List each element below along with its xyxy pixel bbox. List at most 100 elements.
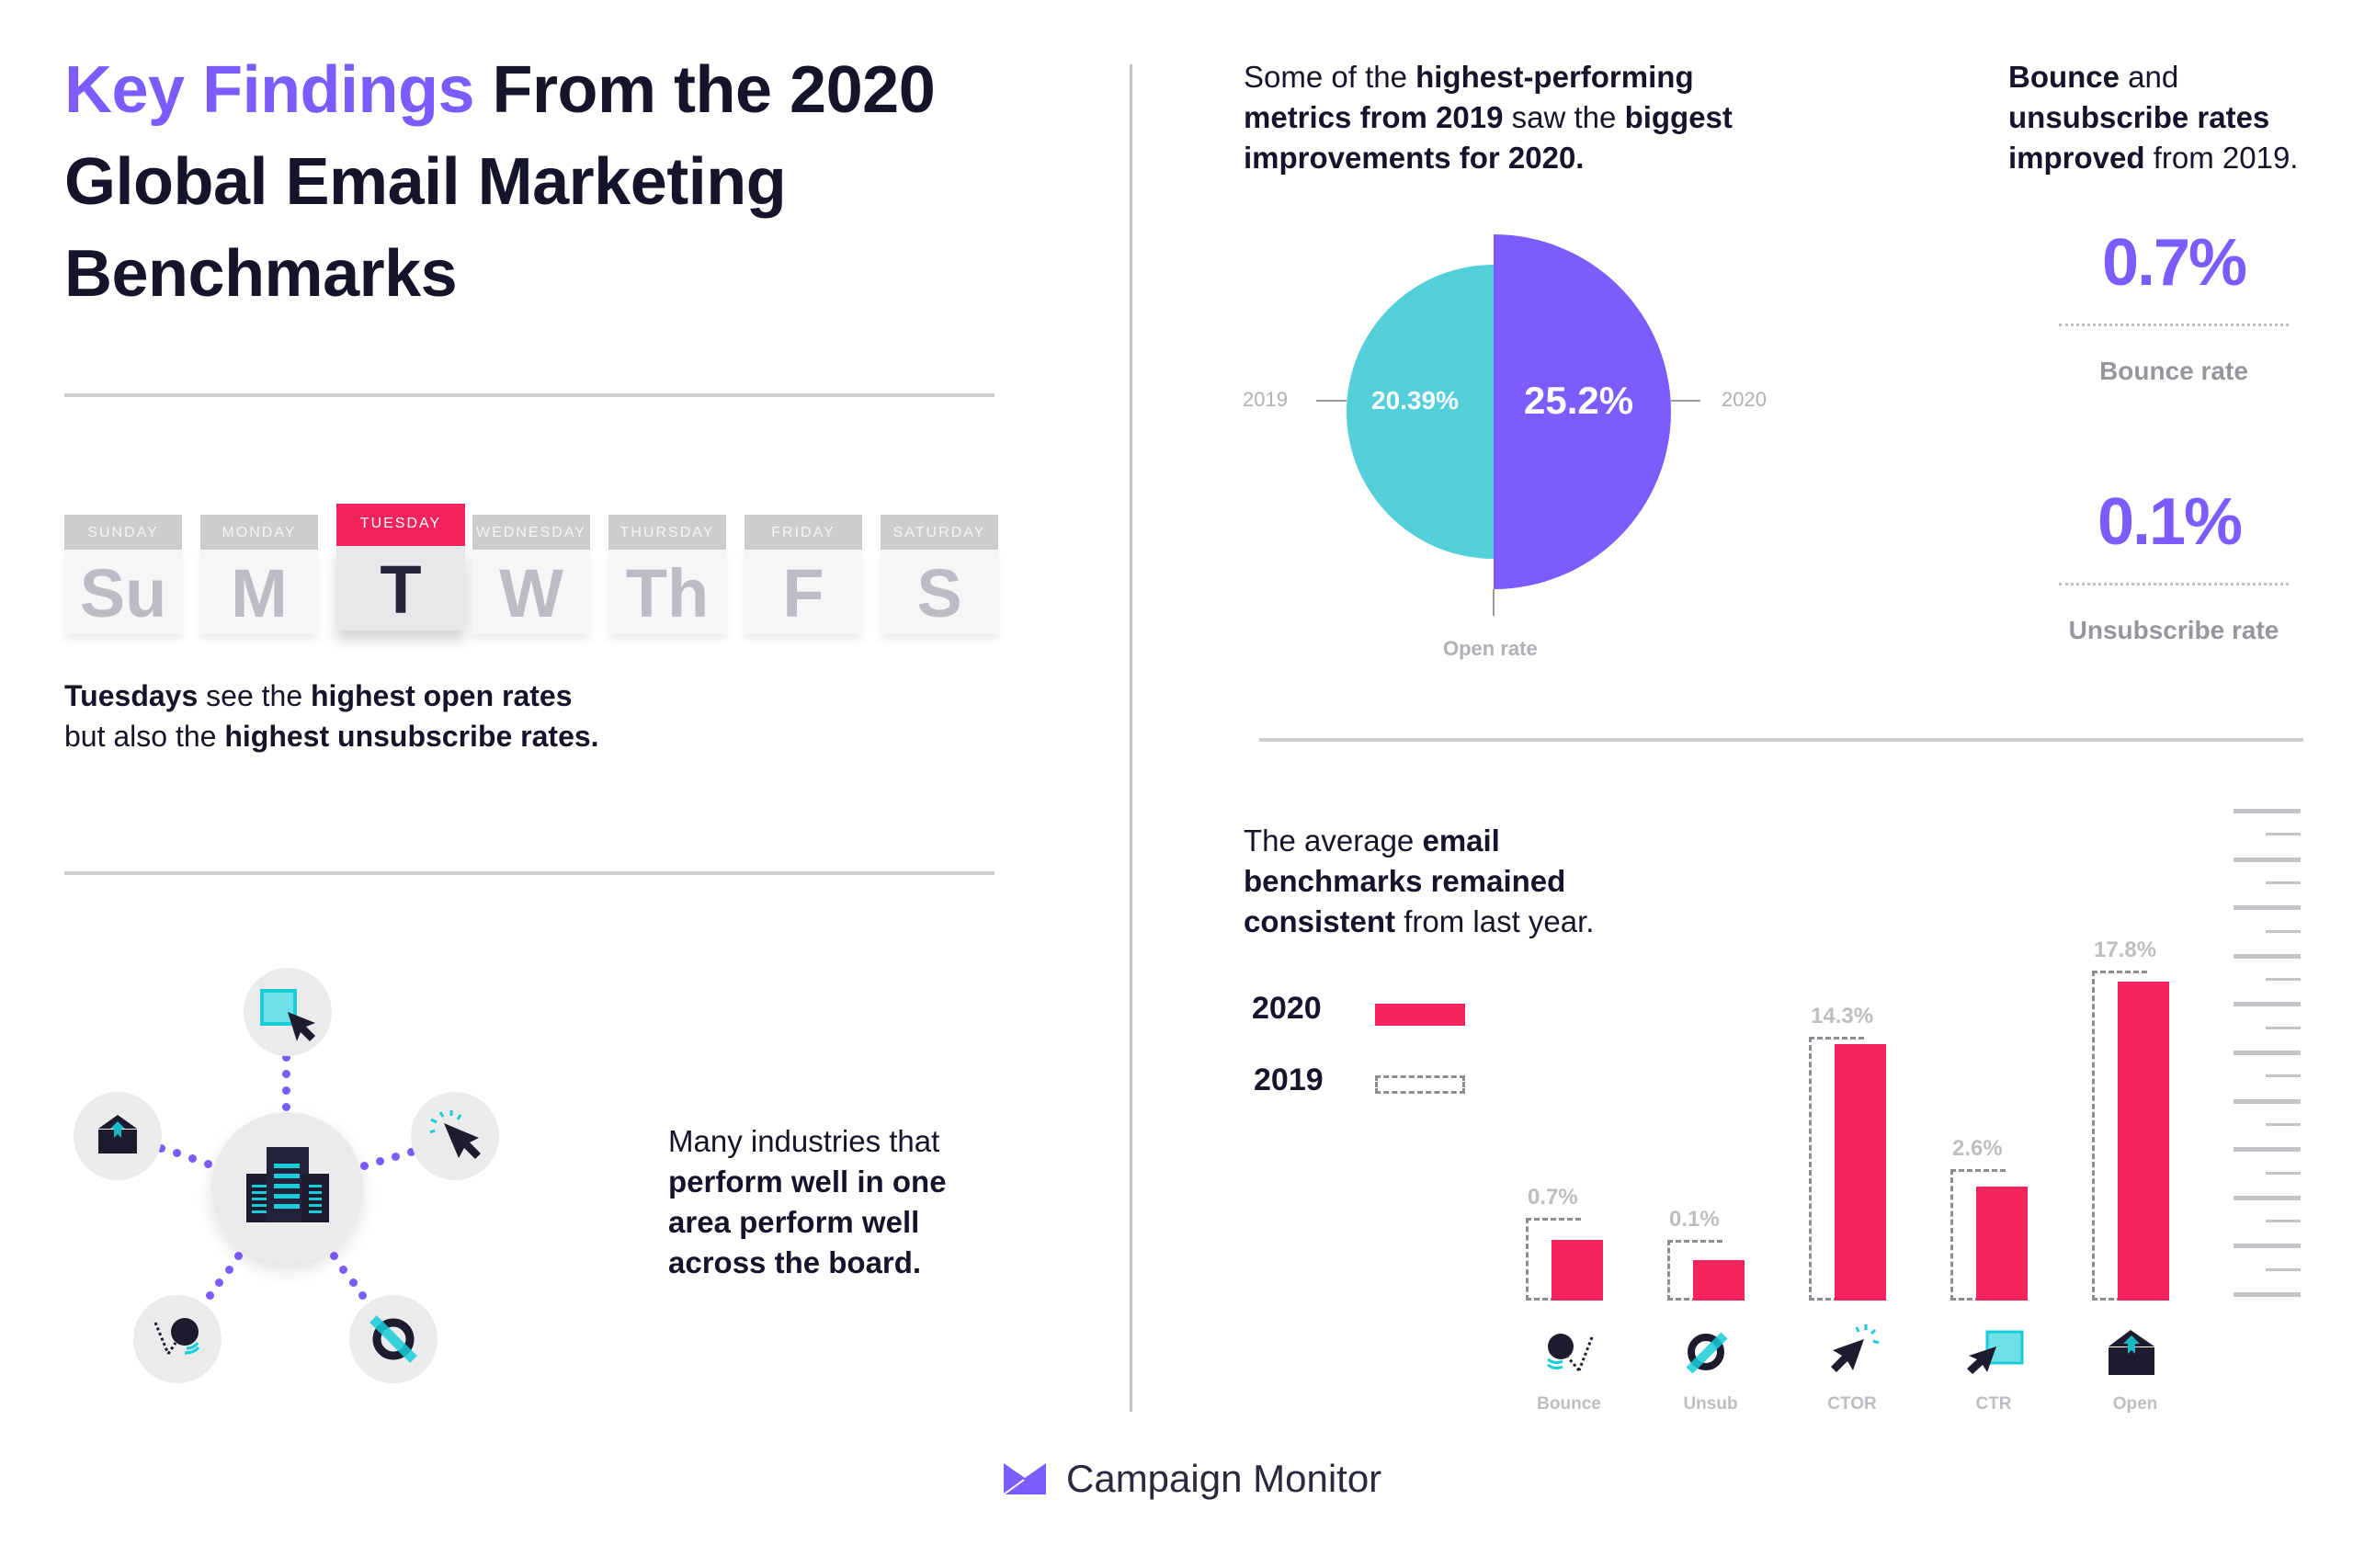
weekday-abbr: W (472, 550, 590, 634)
caption-text-1: see the (198, 679, 311, 712)
connector-dot (225, 1266, 233, 1274)
divider-left-2 (64, 871, 995, 875)
weekday-abbr: Su (64, 550, 182, 634)
bar-category-label: Unsub (1683, 1394, 1738, 1414)
ruler-minor-tick (2266, 929, 2301, 933)
ruler-major-tick (2234, 1292, 2301, 1297)
divider-vertical (1130, 64, 1132, 1412)
bar-2020-ctor (1835, 1044, 1886, 1301)
bar-value-label: 0.7% (1528, 1185, 1578, 1210)
bar-2020-open (2118, 981, 2169, 1301)
ruler-minor-tick (2266, 978, 2301, 982)
weekday-abbr: Th (608, 550, 726, 634)
weekday-name: WEDNESDAY (472, 515, 590, 550)
ruler-major-tick (2234, 1244, 2301, 1249)
node-unsubscribe (349, 1295, 438, 1383)
weekday-card-friday: FRIDAY F (745, 515, 862, 634)
improved-bold-2: unsubscribe rates (2008, 100, 2270, 134)
legend-swatch-2019 (1375, 1075, 1465, 1094)
connector-dot (282, 1103, 290, 1111)
bench-bold-1: email (1422, 824, 1500, 858)
stat-unsub-label: Unsubscribe rate (2068, 616, 2279, 644)
weekday-abbr: F (745, 550, 862, 634)
open-rate-intro: Some of the highest-performing metrics f… (1244, 57, 1832, 178)
weekday-name: TUESDAY (336, 504, 465, 546)
node-bounce (133, 1295, 222, 1383)
ruler-minor-tick (2266, 1220, 2301, 1223)
intro-bold-2: metrics from 2019 (1244, 100, 1504, 134)
weekday-name: SUNDAY (64, 515, 182, 550)
weekday-abbr: S (881, 550, 998, 634)
improved-intro: Bounce and unsubscribe rates improved fr… (2008, 57, 2348, 178)
ruler-minor-tick (2266, 1171, 2301, 1175)
industries-bold-2: area perform well (668, 1205, 920, 1239)
ruler-minor-tick (2266, 1122, 2301, 1126)
bench-bold-2: benchmarks remained (1244, 864, 1566, 898)
bounce-icon (153, 1318, 200, 1355)
node-ctr (244, 968, 332, 1056)
improved-text-1: and (2120, 60, 2179, 94)
connector-dot (215, 1278, 223, 1287)
industries-caption: Many industries that perform well in one… (668, 1121, 1054, 1283)
intro-text-1: Some of the (1244, 60, 1416, 94)
intro-bold-3: biggest (1624, 100, 1733, 134)
bar-value-label: 14.3% (1811, 1004, 1874, 1029)
connector-dot (282, 1070, 290, 1078)
connector-dot (282, 1086, 290, 1095)
improved-bold-3: improved (2008, 141, 2145, 175)
legend-swatch-2020 (1375, 1004, 1465, 1026)
pie-year-2019: 2019 (1243, 388, 1288, 411)
intro-bold-4: improvements for 2020. (1244, 141, 1585, 175)
ruler-major-tick (2234, 953, 2301, 959)
title-line2: Global Email Marketing (64, 145, 787, 219)
connector-dot (188, 1154, 197, 1163)
brand-logo: Campaign Monitor (1004, 1457, 1381, 1501)
ctr-icon (1967, 1330, 2024, 1374)
stat-unsub-value: 0.1% (2097, 485, 2243, 559)
campaign-monitor-logo-icon (1004, 1463, 1046, 1494)
bar-category-label: Open (2112, 1394, 2158, 1414)
weekday-abbr: T (336, 546, 465, 631)
legend-label-2020: 2020 (1252, 991, 1322, 1026)
connector-dot (376, 1157, 384, 1165)
bar-2020-ctr (1976, 1187, 2028, 1301)
connector-dot (349, 1278, 358, 1287)
bar-value-label: 2.6% (1952, 1136, 2003, 1161)
pie-year-2020: 2020 (1722, 388, 1767, 411)
improved-bold-1: Bounce (2008, 60, 2120, 94)
weekday-card-sunday: SUNDAY Su (64, 515, 182, 634)
bench-text-1: The average (1244, 824, 1423, 858)
ruler-major-tick (2234, 1147, 2301, 1153)
ctor-icon (429, 1110, 481, 1159)
stat-bounce-label: Bounce rate (2099, 357, 2248, 385)
unsubscribe-icon (369, 1315, 417, 1363)
improved-text-2: from 2019. (2144, 141, 2299, 175)
pie-value-2019: 20.39% (1371, 386, 1459, 415)
bounce-icon (1547, 1334, 1594, 1371)
pie-label-open-rate: Open rate (1443, 637, 1538, 660)
industries-bold-1: perform well in one (668, 1165, 947, 1199)
pie-value-2020: 25.2% (1524, 379, 1634, 422)
bar-category-label: CTOR (1827, 1394, 1877, 1414)
bar-2020-bounce (1552, 1240, 1603, 1301)
caption-bold-3: highest unsubscribe rates. (224, 720, 599, 753)
weekday-name: MONDAY (200, 515, 318, 550)
open-envelope-icon (98, 1115, 137, 1153)
tuesday-caption: Tuesdays see the highest open rates but … (64, 676, 892, 756)
ruler-major-tick (2234, 1051, 2301, 1055)
ctr-icon (260, 989, 315, 1041)
open-envelope-icon (2109, 1330, 2154, 1375)
ruler-minor-tick (2266, 881, 2301, 884)
industries-text-1: Many industries that (668, 1124, 940, 1158)
weekday-card-tuesday: TUESDAY T (336, 504, 465, 631)
divider-left-1 (64, 393, 995, 397)
ruler-minor-tick (2266, 1074, 2301, 1078)
title-accent: Key Findings (64, 53, 475, 127)
ruler-major-tick (2234, 857, 2301, 862)
weekday-abbr: M (200, 550, 318, 634)
weekday-card-monday: MONDAY M (200, 515, 318, 634)
open-rate-split-pie (1316, 234, 1700, 616)
ruler-major-tick (2234, 809, 2301, 813)
unsubscribe-icon (1686, 1332, 1728, 1374)
weekday-name: SATURDAY (881, 515, 998, 550)
